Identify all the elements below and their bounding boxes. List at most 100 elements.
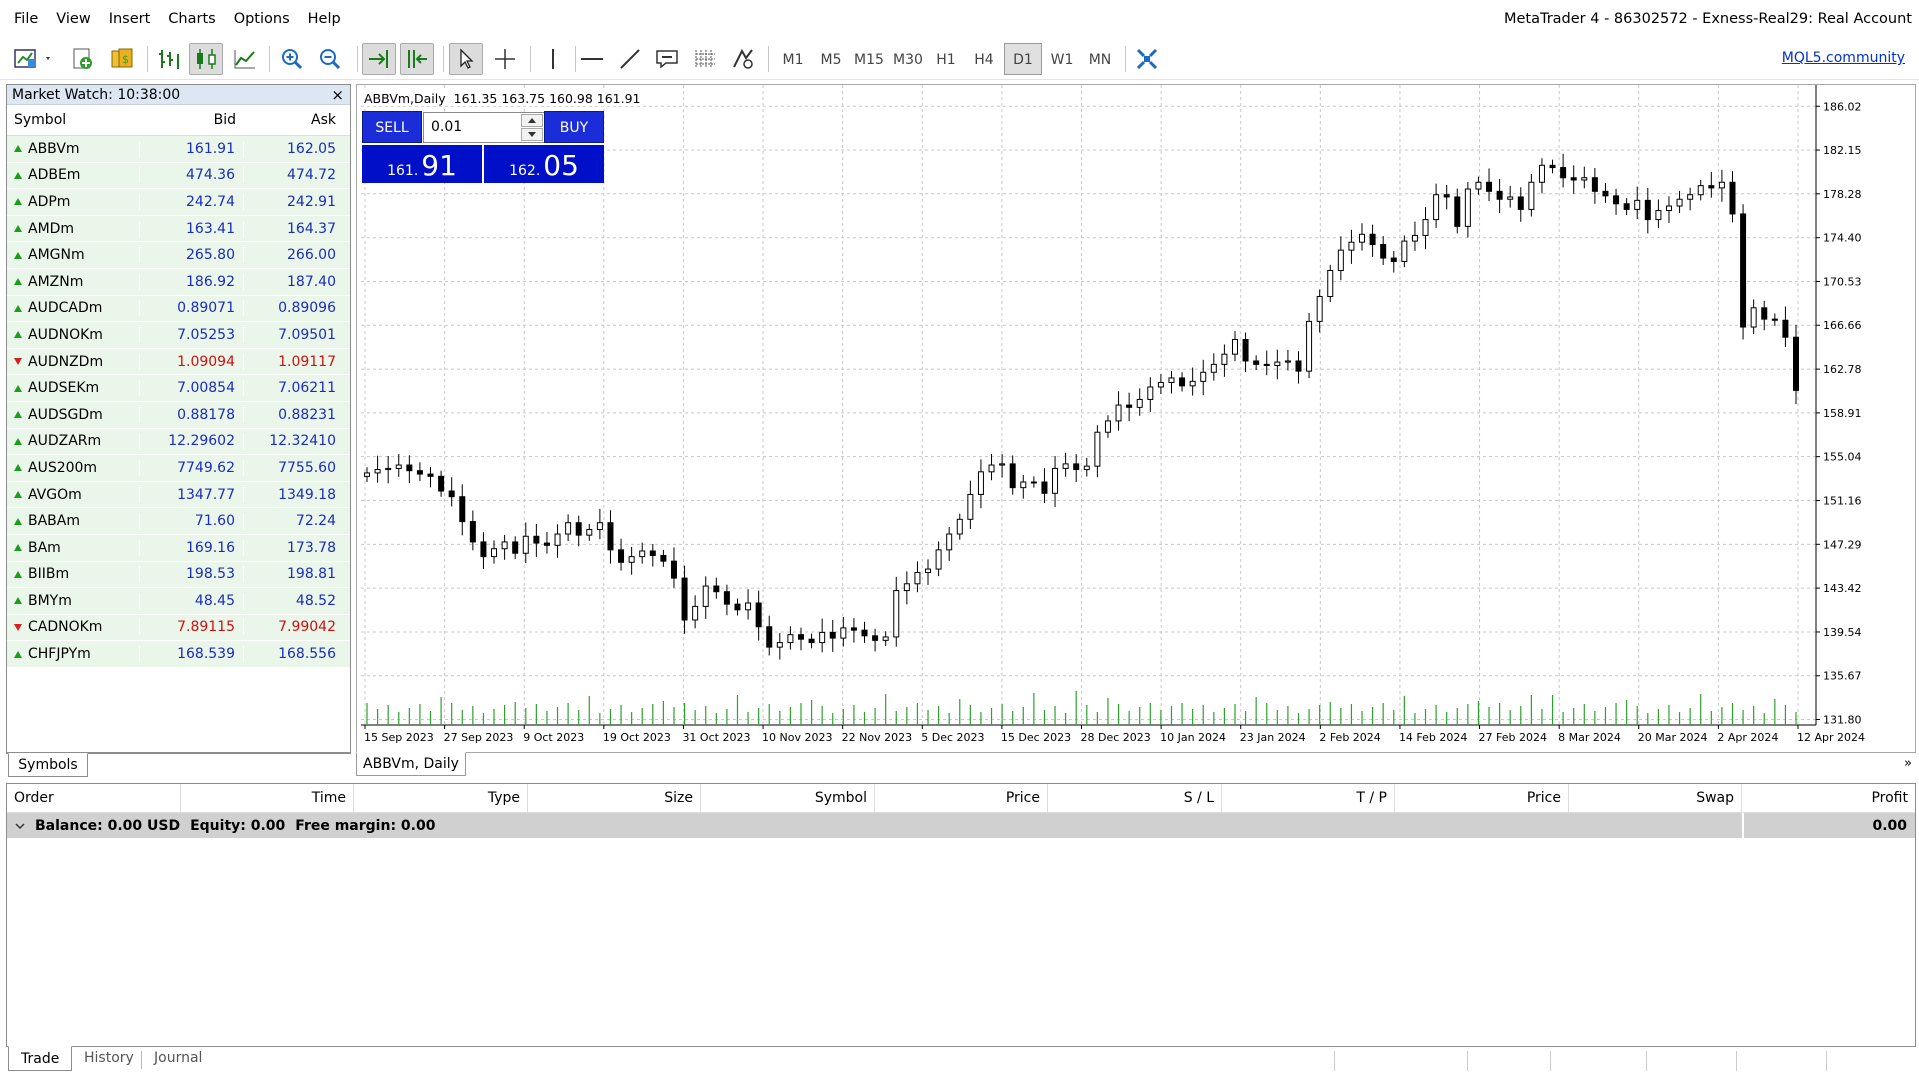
column-swap[interactable]: Swap [1569,784,1742,813]
menu-help[interactable]: Help [299,0,350,38]
column-profit[interactable]: Profit [1742,784,1915,813]
new-chart-button[interactable] [10,43,56,75]
zoom-in-button[interactable] [276,43,308,75]
market-watch-row[interactable]: CHFJPYm 168.539 168.556 [7,641,350,668]
buy-button[interactable]: BUY [544,111,604,143]
market-watch-row[interactable]: AVGOm 1347.77 1349.18 [7,481,350,509]
candle [459,496,466,523]
profiles-button[interactable] [66,43,98,75]
chart-shift-button[interactable] [400,43,434,75]
lot-up-button[interactable] [521,114,543,127]
close-icon[interactable]: × [331,85,344,105]
market-watch-row[interactable]: BABAm 71.60 72.24 [7,508,350,535]
menu-file[interactable]: File [0,0,47,38]
menu-options[interactable]: Options [225,0,299,38]
fibonacci-button[interactable] [689,43,721,75]
buy-price[interactable]: 162. 05 [484,145,604,183]
new-chart-icon [14,49,50,68]
tab-history[interactable]: History [72,1046,146,1071]
sell-price[interactable]: 161. 91 [362,145,482,183]
tab-symbols[interactable]: Symbols [8,753,88,777]
balance-row[interactable]: Balance: 0.00 USD Equity: 0.00 Free marg… [7,813,1915,838]
price-axis-label: 135.67 [1823,670,1862,683]
market-watch-row[interactable]: BMYm 48.45 48.52 [7,588,350,615]
market-watch-row[interactable]: AUDNOKm 7.05253 7.09501 [7,322,350,349]
column-order[interactable]: Order [7,784,181,813]
lot-down-button[interactable] [521,128,543,141]
column-take-profit[interactable]: T / P [1222,784,1395,813]
column-symbol[interactable]: Symbol [701,784,875,813]
zoom-out-button[interactable] [314,43,346,75]
candle [1538,164,1545,183]
timeframe-w1[interactable]: W1 [1043,43,1081,75]
candle [1030,481,1037,484]
market-watch-row[interactable]: AMDm 163.41 164.37 [7,215,350,243]
timeframe-m15[interactable]: M15 [850,43,888,75]
candlestick-chart-button[interactable] [189,43,223,75]
chart-window[interactable]: 186.02 182.15 178.28 174.40 170.53 166.66 162.… [356,84,1916,753]
column-bid[interactable]: Bid [139,112,244,128]
symbol-cell: AMGNm [7,247,139,263]
market-watch-row[interactable]: BAm 169.16 173.78 [7,534,350,562]
collapse-icon[interactable] [15,821,25,831]
column-size[interactable]: Size [528,784,701,813]
column-ask[interactable]: Ask [244,112,344,128]
symbol-name: AUDCADm [28,300,103,317]
market-watch-row[interactable]: AUDSEKm 7.00854 7.06211 [7,375,350,402]
objects-button[interactable] [727,43,759,75]
lot-size-input[interactable]: 0.01 [423,112,545,143]
ask-cell: 198.81 [287,566,336,583]
sell-button[interactable]: SELL [362,111,422,143]
timeframe-m1[interactable]: M1 [774,43,812,75]
line-chart-button[interactable] [229,43,261,75]
column-type[interactable]: Type [354,784,528,813]
fullscreen-button[interactable] [1131,43,1163,75]
market-watch-row[interactable]: AUDZARm 12.29602 12.32410 [7,428,350,456]
timeframe-h4[interactable]: H4 [965,43,1003,75]
column-current-price[interactable]: Price [1395,784,1569,813]
candle [1052,467,1059,494]
timeframe-m5[interactable]: M5 [812,43,850,75]
column-time[interactable]: Time [181,784,354,813]
market-watch-row[interactable]: AMZNm 186.92 187.40 [7,268,350,296]
candle [1295,360,1302,372]
bar-chart-button[interactable] [153,43,185,75]
menu-insert[interactable]: Insert [100,0,160,38]
text-label-button[interactable] [651,43,683,75]
vertical-line-button[interactable] [537,43,569,75]
candlestick-chart[interactable]: 186.02 182.15 178.28 174.40 170.53 166.66 162.… [357,85,1915,752]
market-watch-row[interactable]: AUDNZDm 1.09094 1.09117 [7,348,350,376]
timeframe-h1[interactable]: H1 [927,43,965,75]
column-stop-loss[interactable]: S / L [1048,784,1222,813]
tab-journal[interactable]: Journal [142,1046,214,1071]
market-watch-row[interactable]: AUS200m 7749.62 7755.60 [7,455,350,482]
horizontal-line-button[interactable] [576,43,608,75]
menu-view[interactable]: View [47,0,99,38]
market-watch-row[interactable]: AMGNm 265.80 266.00 [7,242,350,269]
symbol-name: AUDZARm [28,433,102,450]
market-watch-row[interactable]: AUDSGDm 0.88178 0.88231 [7,401,350,429]
data-window-button[interactable]: $ [106,43,138,75]
timeframe-mn[interactable]: MN [1081,43,1119,75]
column-price[interactable]: Price [875,784,1048,813]
timeframe-m30[interactable]: M30 [889,43,927,75]
tab-chart-abbvm-daily[interactable]: ABBVm, Daily [356,752,466,776]
auto-scroll-button[interactable] [362,43,396,75]
market-watch-row[interactable]: ADPm 242.74 242.91 [7,189,350,216]
menu-charts[interactable]: Charts [159,0,224,38]
market-watch-row[interactable]: BIIBm 198.53 198.81 [7,561,350,589]
timeframe-d1[interactable]: D1 [1004,43,1042,75]
market-watch-row[interactable]: ABBVm 161.91 162.05 [7,136,350,163]
market-watch-row[interactable]: ADBEm 474.36 474.72 [7,162,350,190]
market-watch-row[interactable]: CADNOKm 7.89115 7.99042 [7,614,350,642]
trendline-button[interactable] [614,43,646,75]
column-symbol[interactable]: Symbol [7,112,139,128]
tab-trade[interactable]: Trade [8,1046,73,1071]
mql5-community-link[interactable]: MQL5.community [1782,50,1905,66]
crosshair-tool-button[interactable] [489,43,521,75]
chart-tabs-scroll-icon[interactable]: » [1904,756,1912,771]
market-watch-row[interactable]: AUDCADm 0.89071 0.89096 [7,295,350,323]
time-axis-label: 22 Nov 2023 [842,731,912,744]
cursor-tool-button[interactable] [449,43,483,75]
symbol-name: AUDNZDm [28,353,104,370]
